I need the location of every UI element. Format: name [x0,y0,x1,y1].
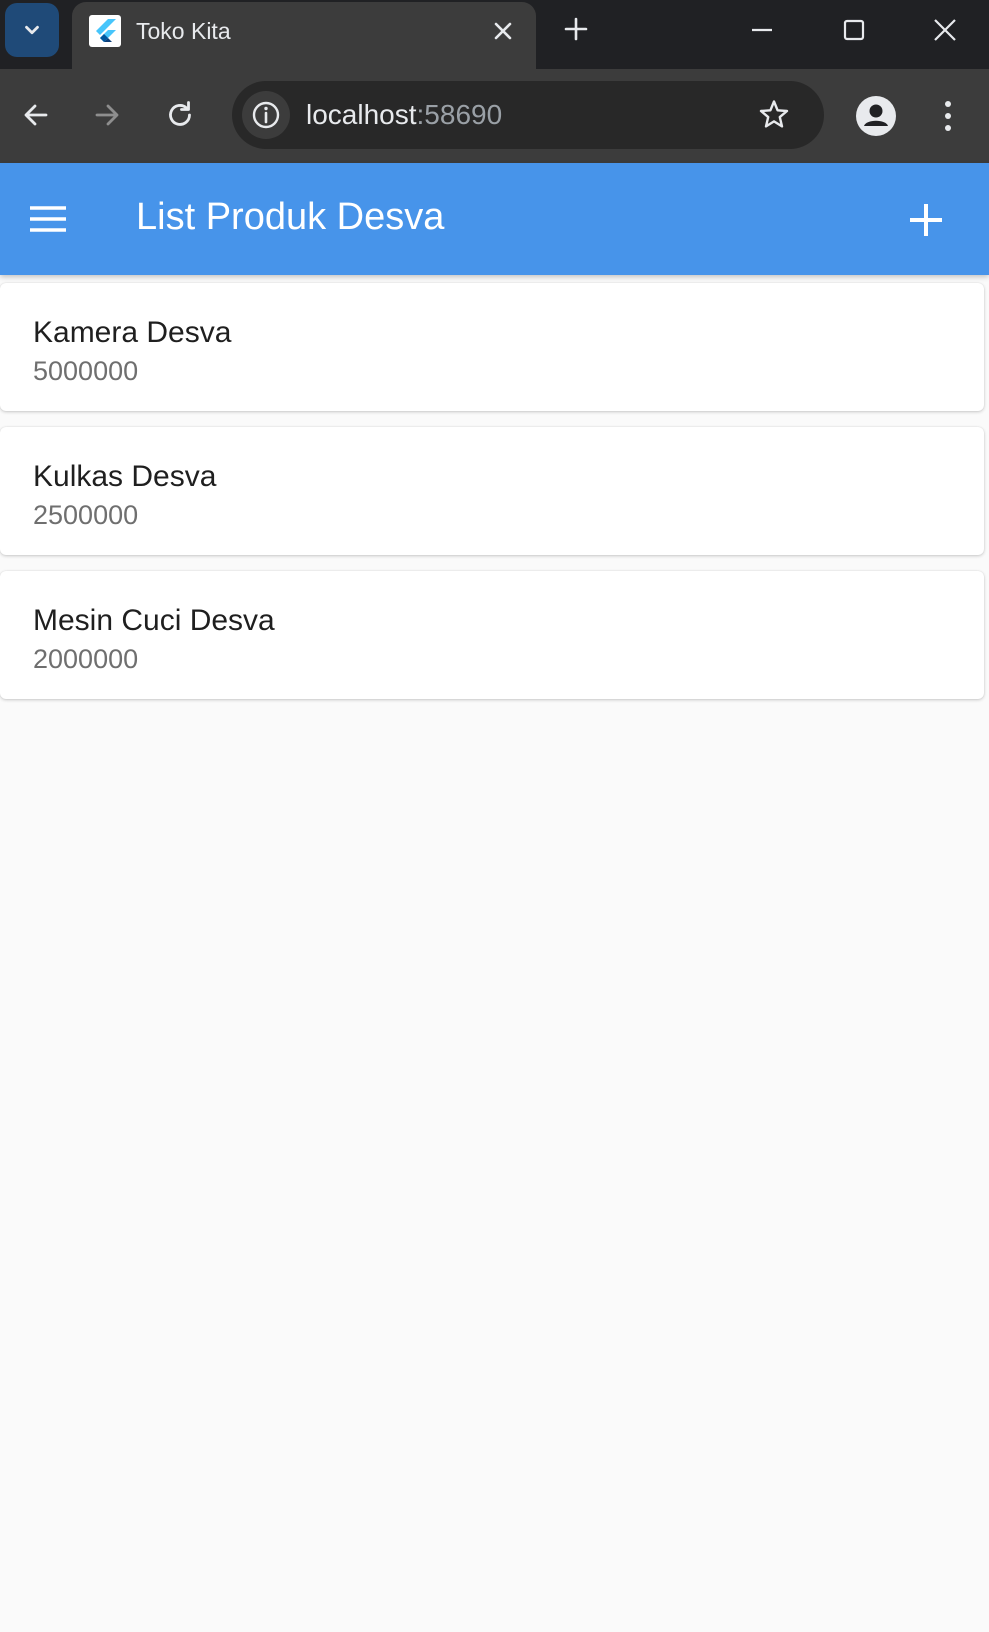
product-card[interactable]: Kulkas Desva 2500000 [0,427,984,555]
back-button[interactable] [17,96,55,134]
tab-search-button[interactable] [5,3,59,57]
star-icon [759,100,789,128]
drawer-menu-button[interactable] [28,200,68,238]
product-price: 5000000 [33,356,139,386]
arrow-right-icon [95,104,119,126]
add-product-button[interactable] [905,199,947,241]
info-icon [252,101,280,129]
page-title: List Produk Desva [136,196,445,238]
product-card[interactable]: Mesin Cuci Desva 2000000 [0,571,984,699]
site-info-button[interactable] [242,91,290,139]
url-host: localhost [306,99,417,130]
close-window-button[interactable] [927,12,963,48]
product-price: 2500000 [33,500,139,530]
product-list: Kamera Desva 5000000 Kulkas Desva 250000… [0,283,984,715]
forward-button[interactable] [88,96,126,134]
reload-icon [169,101,191,126]
more-vert-icon [945,101,951,131]
product-name: Mesin Cuci Desva [33,604,275,637]
address-bar[interactable]: localhost:58690 [232,81,824,149]
close-icon [494,22,512,40]
browser-tab-strip: Toko Kita [0,0,989,69]
app-bar: List Produk Desva [0,163,989,275]
bookmark-button[interactable] [756,97,792,133]
close-icon [934,19,956,41]
reload-button[interactable] [161,96,199,134]
profile-button[interactable] [855,95,897,137]
account-icon [856,96,896,136]
hamburger-icon [30,206,66,232]
minimize-window-button[interactable] [744,12,780,48]
product-name: Kamera Desva [33,316,232,349]
product-card[interactable]: Kamera Desva 5000000 [0,283,984,411]
url-port: :58690 [416,99,503,130]
maximize-window-button[interactable] [836,12,872,48]
url-text: localhost:58690 [306,99,502,131]
maximize-icon [843,19,865,41]
add-icon [910,204,942,236]
product-name: Kulkas Desva [33,460,217,493]
minimize-icon [752,28,772,32]
new-tab-button[interactable] [562,15,590,43]
close-tab-button[interactable] [490,18,516,44]
chevron-down-icon [25,25,39,35]
browser-menu-button[interactable] [930,96,966,136]
flutter-icon [89,15,121,47]
browser-toolbar: localhost:58690 [0,69,989,163]
arrow-left-icon [24,104,48,126]
tab-title: Toko Kita [136,18,231,44]
plus-icon [564,17,588,41]
browser-tab[interactable]: Toko Kita [72,2,536,69]
product-price: 2000000 [33,644,139,674]
